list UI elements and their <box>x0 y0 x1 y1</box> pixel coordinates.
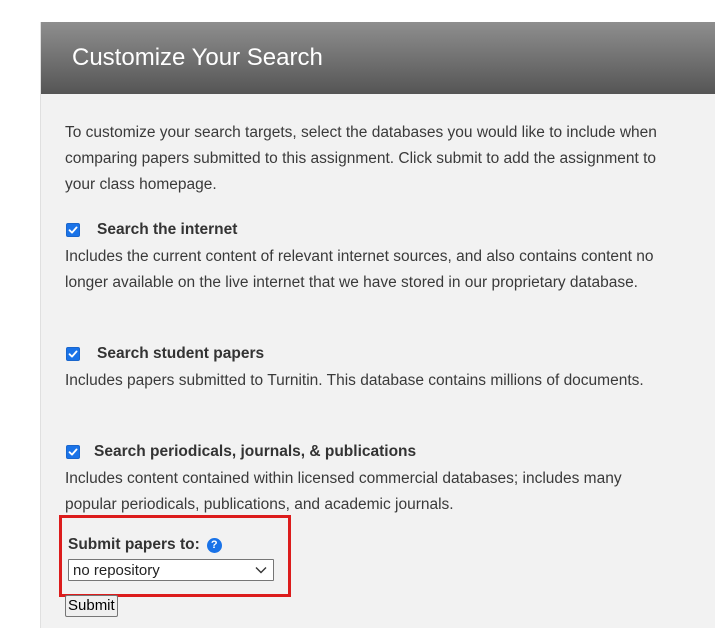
repository-label: Submit papers to: <box>68 536 200 553</box>
checkmark-icon <box>68 226 78 234</box>
customize-search-panel: Customize Your Search To customize your … <box>40 22 715 628</box>
panel-body: To customize your search targets, select… <box>41 94 715 518</box>
submit-button[interactable]: Submit <box>65 595 118 617</box>
checkmark-icon <box>68 448 78 456</box>
repository-section: Submit papers to: ? no repository <box>59 515 291 597</box>
periodicals-label[interactable]: Search periodicals, journals, & publicat… <box>94 443 416 461</box>
option-periodicals-header: Search periodicals, journals, & publicat… <box>65 439 691 465</box>
intro-text: To customize your search targets, select… <box>65 124 657 193</box>
student-papers-checkbox[interactable] <box>66 347 80 361</box>
help-icon[interactable]: ? <box>206 537 222 553</box>
checkmark-icon <box>68 350 78 358</box>
option-internet: Search the internet Includes the current… <box>65 217 691 296</box>
periodicals-checkbox[interactable] <box>66 445 80 459</box>
option-internet-header: Search the internet <box>65 217 691 243</box>
repository-header: Submit papers to: ? <box>68 534 288 556</box>
internet-label[interactable]: Search the internet <box>97 221 237 239</box>
internet-checkbox[interactable] <box>66 223 80 237</box>
panel-title: Customize Your Search <box>72 44 323 71</box>
chevron-down-icon <box>255 567 267 574</box>
option-student-papers-header: Search student papers <box>65 341 691 367</box>
panel-header: Customize Your Search <box>41 22 715 94</box>
repository-select[interactable]: no repository <box>68 559 274 581</box>
repository-selected-value: no repository <box>73 561 160 579</box>
periodicals-description: Includes content contained within licens… <box>65 470 622 513</box>
student-papers-label[interactable]: Search student papers <box>97 345 264 363</box>
option-student-papers: Search student papers Includes papers su… <box>65 341 691 394</box>
internet-description: Includes the current content of relevant… <box>65 248 654 291</box>
option-periodicals: Search periodicals, journals, & publicat… <box>65 439 691 518</box>
student-papers-description: Includes papers submitted to Turnitin. T… <box>65 372 644 389</box>
